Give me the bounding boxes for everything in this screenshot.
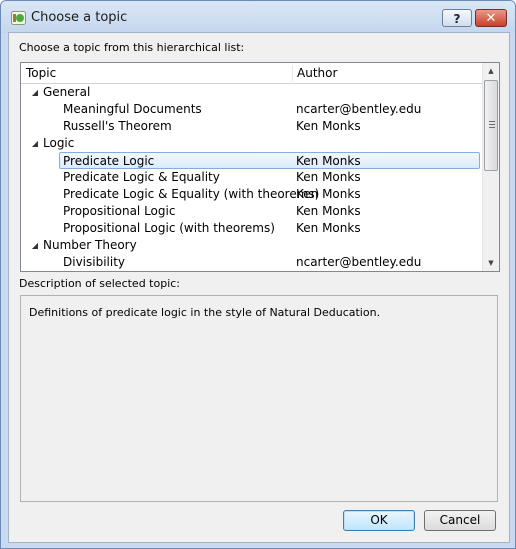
- column-header-topic[interactable]: Topic: [21, 63, 292, 83]
- tree-row[interactable]: Predicate Logic & Equality Ken Monks: [21, 169, 482, 186]
- app-logo-icon: [11, 11, 26, 25]
- group-label: Number Theory: [43, 238, 137, 252]
- topic-cell: Predicate Logic: [63, 154, 155, 168]
- close-icon: ✕: [485, 11, 497, 26]
- author-cell: Ken Monks: [296, 170, 361, 184]
- grip-line: [489, 127, 495, 128]
- scroll-thumb[interactable]: [484, 80, 498, 171]
- description-label: Description of selected topic:: [19, 277, 181, 290]
- help-icon: ?: [453, 12, 461, 26]
- author-cell: Ken Monks: [296, 221, 361, 235]
- vertical-scrollbar[interactable]: ▲ ▼: [482, 63, 499, 271]
- title-bar[interactable]: Choose a topic ? ✕: [1, 1, 515, 33]
- tree-row[interactable]: Predicate Logic & Equality (with theorem…: [21, 186, 482, 203]
- scroll-down-arrow-icon[interactable]: ▼: [483, 255, 499, 271]
- tree-prompt-label: Choose a topic from this hierarchical li…: [19, 41, 245, 54]
- author-cell: ncarter@bentley.edu: [296, 255, 422, 269]
- dialog-body: Choose a topic from this hierarchical li…: [8, 32, 510, 543]
- scroll-up-arrow-icon[interactable]: ▲: [483, 63, 499, 79]
- cancel-button[interactable]: Cancel: [424, 510, 496, 531]
- description-panel: Definitions of predicate logic in the st…: [20, 295, 498, 502]
- tree-row[interactable]: Meaningful Documents ncarter@bentley.edu: [21, 101, 482, 118]
- group-label: Logic: [43, 136, 75, 150]
- close-button[interactable]: ✕: [475, 9, 507, 27]
- topic-cell: Predicate Logic & Equality (with theorem…: [63, 187, 320, 201]
- tree-group-general[interactable]: ◢ General: [21, 84, 482, 101]
- author-cell: Ken Monks: [296, 187, 361, 201]
- expanded-arrow-icon[interactable]: ◢: [29, 135, 41, 152]
- tree-group-number-theory[interactable]: ◢ Number Theory: [21, 237, 482, 254]
- help-button[interactable]: ?: [442, 9, 472, 27]
- description-text: Definitions of predicate logic in the st…: [29, 306, 381, 319]
- author-cell: Ken Monks: [296, 154, 361, 168]
- tree-row[interactable]: Divisibility ncarter@bentley.edu: [21, 254, 482, 271]
- tree-row[interactable]: Propositional Logic (with theorems) Ken …: [21, 220, 482, 237]
- tree-row[interactable]: Propositional Logic Ken Monks: [21, 203, 482, 220]
- grip-line: [489, 124, 495, 125]
- expanded-arrow-icon[interactable]: ◢: [29, 237, 41, 254]
- topic-tree[interactable]: Topic Author ◢ General Meaningful Docume…: [20, 62, 500, 272]
- author-cell: Ken Monks: [296, 119, 361, 133]
- expanded-arrow-icon[interactable]: ◢: [29, 84, 41, 101]
- topic-cell: Russell's Theorem: [63, 119, 172, 133]
- author-cell: Ken Monks: [296, 204, 361, 218]
- grip-line: [489, 121, 495, 122]
- window-title: Choose a topic: [31, 10, 128, 25]
- topic-cell: Predicate Logic & Equality: [63, 170, 220, 184]
- topic-cell: Meaningful Documents: [63, 102, 202, 116]
- dialog-window: Choose a topic ? ✕ Choose a topic from t…: [0, 0, 516, 549]
- topic-cell: Propositional Logic: [63, 204, 176, 218]
- tree-row[interactable]: Russell's Theorem Ken Monks: [21, 118, 482, 135]
- author-cell: ncarter@bentley.edu: [296, 102, 422, 116]
- ok-button[interactable]: OK: [343, 510, 415, 531]
- tree-group-logic[interactable]: ◢ Logic: [21, 135, 482, 152]
- group-label: General: [43, 85, 91, 99]
- tree-header: Topic Author: [21, 63, 482, 84]
- topic-cell: Propositional Logic (with theorems): [63, 221, 275, 235]
- tree-row-selected[interactable]: Predicate Logic Ken Monks: [59, 152, 480, 169]
- topic-cell: Divisibility: [63, 255, 126, 269]
- column-header-author[interactable]: Author: [292, 63, 482, 83]
